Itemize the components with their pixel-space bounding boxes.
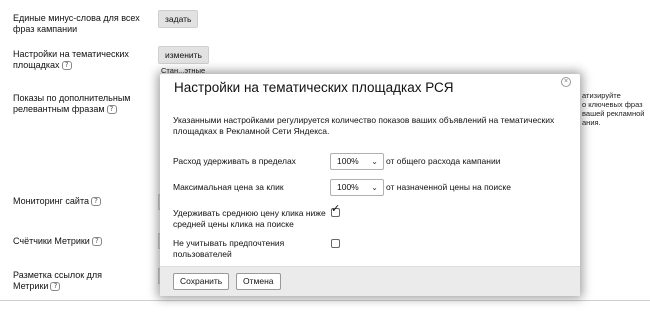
help-icon[interactable]: ? [61, 61, 72, 71]
keep-avg-price-checkbox[interactable]: ✓ [331, 204, 340, 217]
ignore-prefs-line1: Не учитывать предпочтения [173, 238, 285, 248]
set-negative-keywords-button[interactable]: задать [158, 10, 199, 28]
spend-limit-suffix: от общего расхода кампании [386, 156, 501, 166]
spend-limit-label: Расход удерживать в пределах [173, 156, 296, 166]
label-extra-phrases: Показы по дополнительным релевантным фра… [13, 93, 130, 115]
label-metrika-counters: Счётчики Метрики? [13, 236, 102, 247]
metrika-markup-label-line1: Разметка ссылок для [13, 270, 103, 280]
thematic-label-line1: Настройки на тематических [13, 49, 129, 59]
bg-text-line: ания. [582, 118, 601, 127]
save-button[interactable]: Сохранить [173, 273, 230, 290]
max-price-value: 100% [337, 182, 359, 192]
bg-text-line: атизируйте [582, 91, 621, 100]
help-icon[interactable]: ? [50, 282, 61, 292]
close-icon[interactable]: × [561, 77, 571, 87]
modal-description: Указанными настройками регулируется коли… [173, 115, 555, 136]
thematic-settings-modal: Настройки на тематических площадках РСЯ … [160, 74, 580, 296]
spend-limit-value: 100% [337, 156, 359, 166]
change-thematic-button[interactable]: изменить [158, 46, 209, 64]
chevron-down-icon: ⌄ [371, 157, 378, 166]
ignore-prefs-label: Не учитывать предпочтения пользователей [173, 238, 284, 260]
negative-keywords-label-line2: фраз кампании [13, 24, 78, 34]
keep-avg-price-line1: Удерживать среднюю цену клика ниже [173, 208, 326, 218]
extra-phrases-label-line2: релевантным фразам [13, 104, 105, 114]
modal-footer: Сохранить Отмена [160, 266, 580, 296]
negative-keywords-label-line1: Единые минус-слова для всех [13, 13, 140, 23]
help-icon[interactable]: ? [106, 105, 117, 115]
bottom-divider [0, 300, 650, 301]
checkmark-icon: ✓ [331, 203, 341, 215]
bg-text-line: о ключевых фраз [582, 100, 643, 109]
chevron-down-icon: ⌄ [371, 183, 378, 192]
background-right-text: атизируйте о ключевых фраз вашей рекламн… [582, 91, 644, 127]
ignore-prefs-line2: пользователей [173, 249, 232, 259]
label-thematic-settings: Настройки на тематических площадках? [13, 49, 129, 71]
bg-text-line: вашей рекламной [582, 109, 645, 118]
thematic-label-line2: площадках [13, 60, 60, 70]
keep-avg-price-line2: средней цены клика на поиске [173, 219, 294, 229]
extra-phrases-label-line1: Показы по дополнительным [13, 93, 131, 103]
label-monitoring: Мониторинг сайта? [13, 196, 101, 207]
modal-title: Настройки на тематических площадках РСЯ [174, 80, 454, 95]
keep-avg-price-label: Удерживать среднюю цену клика ниже средн… [173, 208, 326, 230]
ignore-prefs-checkbox[interactable] [331, 239, 340, 248]
label-negative-keywords: Единые минус-слова для всех фраз кампани… [13, 13, 140, 35]
help-icon[interactable]: ? [90, 197, 101, 207]
max-price-suffix: от назначенной цены на поиске [386, 182, 511, 192]
max-price-select[interactable]: 100% ⌄ [330, 179, 384, 196]
spend-limit-select[interactable]: 100% ⌄ [330, 153, 384, 170]
monitoring-label: Мониторинг сайта [13, 196, 89, 206]
cancel-button[interactable]: Отмена [236, 273, 281, 290]
max-price-label: Максимальная цена за клик [173, 182, 284, 192]
metrika-counters-label: Счётчики Метрики [13, 236, 90, 246]
help-icon[interactable]: ? [91, 237, 102, 247]
label-metrika-markup: Разметка ссылок для Метрики? [13, 270, 102, 292]
metrika-markup-label-line2: Метрики [13, 281, 49, 291]
